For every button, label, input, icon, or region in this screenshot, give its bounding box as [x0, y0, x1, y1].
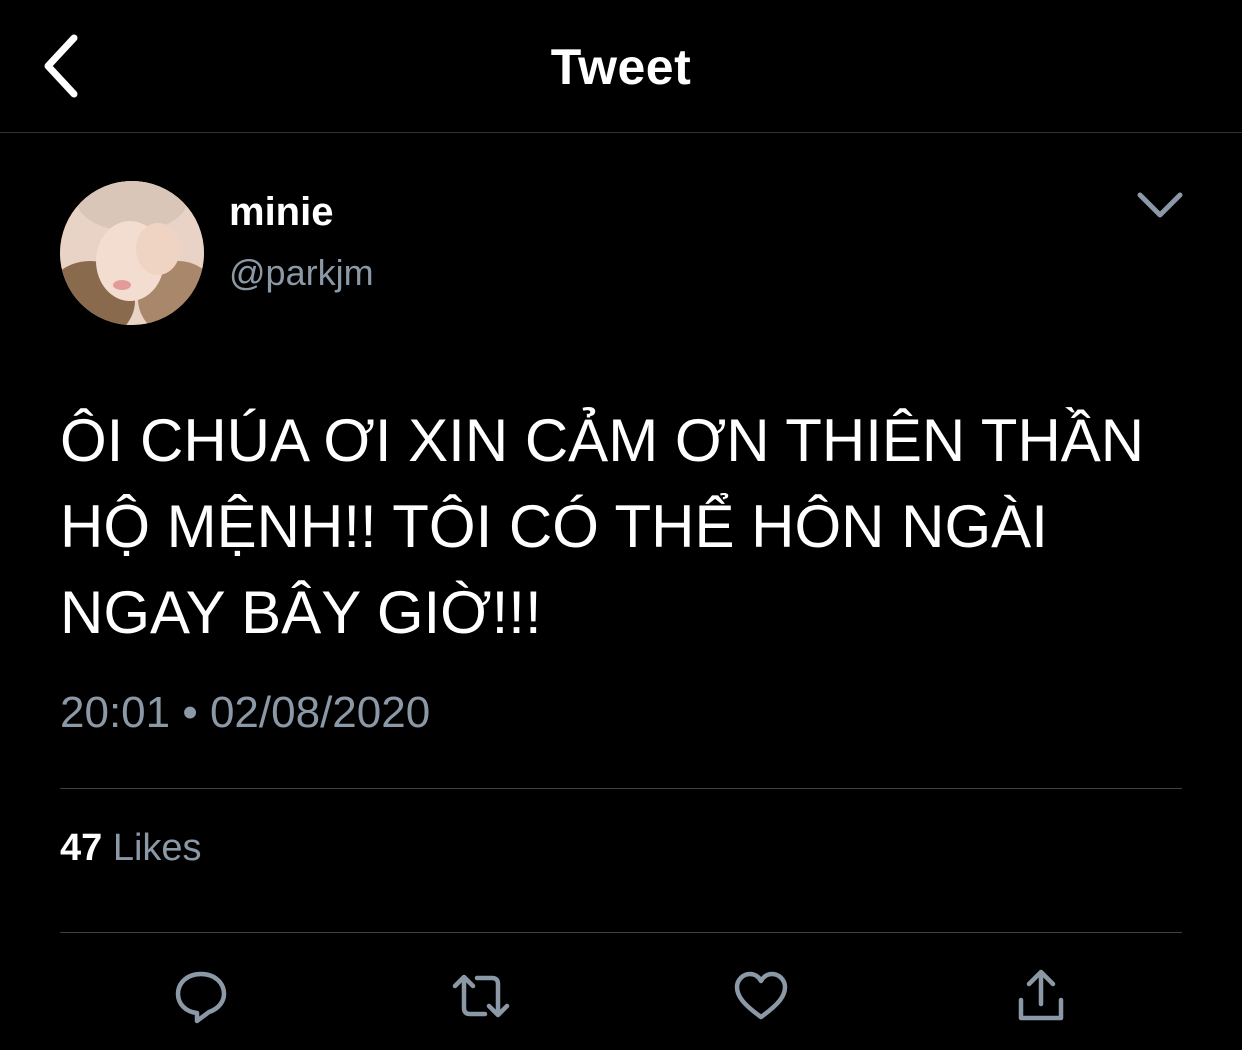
tweet-text-line: NGAY BÂY GIỜ!!!	[60, 579, 542, 646]
likes-stat[interactable]: 47 Likes	[60, 827, 202, 870]
author-display-name[interactable]: minie	[229, 190, 333, 235]
chevron-down-icon	[1137, 192, 1183, 218]
tweet-text: ÔI CHÚA ƠI XIN CẢM ƠN THIÊN THẦN HỘ MỆNH…	[60, 398, 1190, 656]
retweet-icon	[452, 974, 510, 1018]
action-bar	[0, 960, 1242, 1040]
author-handle[interactable]: @parkjm	[229, 252, 374, 294]
share-button[interactable]	[1006, 960, 1076, 1032]
top-navigation-bar: Tweet	[0, 0, 1242, 133]
heart-icon	[734, 971, 788, 1020]
share-icon	[1018, 969, 1064, 1021]
likes-label: Likes	[112, 827, 202, 869]
page-title: Tweet	[550, 39, 692, 95]
like-button[interactable]	[726, 960, 796, 1032]
profile-photo	[60, 181, 204, 325]
likes-count: 47	[60, 827, 103, 869]
tweet-text-line: ÔI CHÚA ƠI XIN CẢM ƠN THIÊN THẦN	[60, 407, 1145, 474]
reply-icon	[175, 971, 227, 1024]
reply-button[interactable]	[166, 960, 236, 1032]
divider	[60, 788, 1182, 789]
divider	[60, 932, 1182, 933]
more-options-button[interactable]	[1130, 180, 1190, 230]
avatar[interactable]	[60, 181, 204, 325]
tweet-timestamp: 20:01 • 02/08/2020	[60, 688, 431, 737]
retweet-button[interactable]	[446, 960, 516, 1032]
tweet-text-line: HỘ MỆNH!! TÔI CÓ THỂ HÔN NGÀI	[60, 493, 1048, 560]
